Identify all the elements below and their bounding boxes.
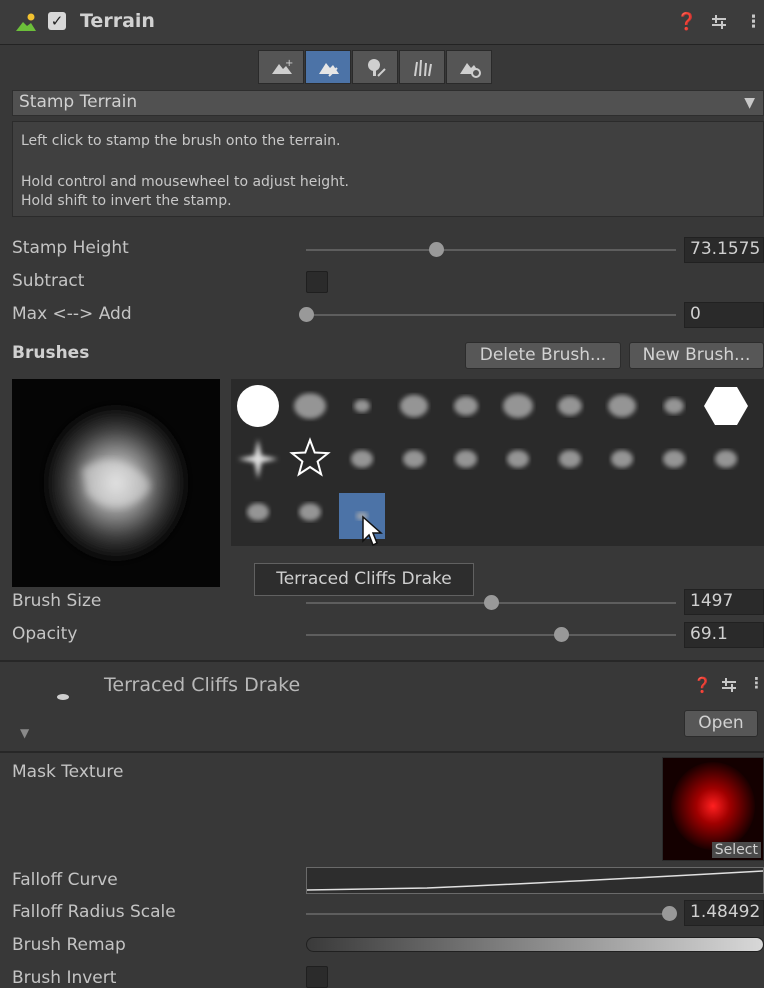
terrain-settings-icon[interactable]	[446, 50, 492, 84]
help-icon[interactable]: ❓	[676, 12, 697, 32]
brush-thumbnail[interactable]	[351, 450, 373, 468]
stamp-height-label: Stamp Height	[12, 238, 129, 258]
enabled-checkbox[interactable]: ✓	[48, 12, 66, 30]
dropdown-arrow-icon: ▼	[744, 95, 755, 111]
max-add-slider[interactable]	[306, 314, 676, 316]
brush-thumbnail[interactable]	[611, 450, 633, 468]
brush-thumbnail[interactable]	[664, 398, 684, 414]
brush-thumbnail[interactable]	[507, 450, 529, 468]
svg-text:+: +	[285, 58, 293, 69]
paint-details-icon[interactable]	[399, 50, 445, 84]
max-add-field[interactable]: 0	[684, 302, 764, 328]
brush-thumbnail[interactable]	[454, 396, 478, 416]
brush-thumbnail[interactable]	[715, 450, 737, 468]
section-divider	[0, 751, 764, 753]
mouse-cursor-icon	[362, 515, 383, 547]
tool-dropdown-value: Stamp Terrain	[19, 92, 138, 112]
brush-size-field[interactable]: 1497	[684, 589, 764, 615]
asset-help-icon[interactable]: ❓	[693, 676, 712, 694]
help-line: Left click to stamp the brush onto the t…	[21, 133, 341, 149]
brush-asset-thumbnail	[57, 694, 69, 700]
brush-thumbnail[interactable]	[237, 385, 279, 427]
brush-thumbnail[interactable]	[503, 394, 533, 418]
help-line: Hold shift to invert the stamp.	[21, 193, 232, 209]
asset-preset-icon[interactable]	[721, 678, 737, 692]
falloff-radius-handle[interactable]	[661, 906, 677, 921]
opacity-field[interactable]: 69.1	[684, 622, 764, 648]
brush-invert-label: Brush Invert	[12, 968, 117, 988]
max-add-label: Max <--> Add	[12, 304, 132, 324]
component-title: Terrain	[80, 10, 155, 32]
falloff-curve-label: Falloff Curve	[12, 870, 118, 890]
stamp-height-field[interactable]: 73.1575	[684, 237, 764, 263]
brush-invert-toggle[interactable]	[306, 966, 328, 988]
terrain-icon	[16, 13, 36, 31]
opacity-label: Opacity	[12, 624, 78, 644]
falloff-radius-slider[interactable]	[306, 913, 676, 915]
mask-texture-slot[interactable]: Select	[662, 757, 764, 861]
mask-texture-label: Mask Texture	[12, 762, 124, 782]
brush-thumbnail[interactable]	[704, 386, 748, 426]
brush-grid[interactable]	[231, 379, 764, 547]
brush-thumbnail[interactable]	[247, 503, 269, 521]
delete-brush-button[interactable]: Delete Brush...	[465, 342, 621, 369]
new-brush-button[interactable]: New Brush...	[629, 342, 764, 369]
paint-terrain-icon[interactable]	[305, 50, 351, 84]
brush-preview-image	[44, 405, 188, 561]
help-line: Hold control and mousewheel to adjust he…	[21, 174, 350, 190]
asset-more-icon[interactable]: ⋮	[749, 674, 764, 692]
brush-size-label: Brush Size	[12, 591, 102, 611]
max-add-handle[interactable]	[299, 307, 314, 322]
select-button[interactable]: Select	[711, 842, 761, 858]
foldout-arrow-icon[interactable]: ▼	[20, 726, 29, 740]
preset-icon[interactable]	[710, 14, 728, 30]
brush-thumbnail[interactable]	[663, 450, 685, 468]
opacity-slider[interactable]	[306, 634, 676, 636]
paint-trees-icon[interactable]	[352, 50, 398, 84]
brush-size-handle[interactable]	[484, 595, 499, 610]
brush-thumbnail[interactable]	[403, 450, 425, 468]
brush-thumbnail[interactable]	[294, 393, 326, 419]
brush-thumbnail[interactable]	[559, 450, 581, 468]
falloff-curve-field[interactable]	[306, 867, 764, 894]
brush-thumbnail[interactable]	[289, 437, 331, 477]
open-button[interactable]: Open	[684, 710, 758, 737]
subtract-toggle[interactable]	[306, 271, 328, 293]
section-divider	[0, 660, 764, 662]
brush-remap-label: Brush Remap	[12, 935, 126, 955]
brush-remap-slider[interactable]	[306, 937, 764, 952]
subtract-label: Subtract	[12, 271, 85, 291]
more-icon[interactable]: ⋮	[745, 12, 762, 32]
falloff-radius-field[interactable]: 1.48492	[684, 900, 764, 926]
create-neighbor-icon[interactable]: +	[258, 50, 304, 84]
brush-thumbnail[interactable]	[608, 394, 636, 418]
component-header: ✓ Terrain ❓ ⋮	[0, 0, 764, 45]
falloff-radius-label: Falloff Radius Scale	[12, 902, 176, 922]
brush-thumbnail[interactable]	[558, 396, 582, 416]
brush-thumbnails[interactable]	[231, 379, 764, 546]
tool-dropdown[interactable]: Stamp Terrain ▼	[12, 90, 764, 116]
opacity-handle[interactable]	[554, 627, 570, 642]
brush-thumbnail[interactable]	[354, 399, 370, 413]
brush-thumbnail[interactable]	[238, 439, 278, 479]
brushes-label: Brushes	[12, 343, 90, 363]
help-box: Left click to stamp the brush onto the t…	[12, 121, 764, 217]
brush-thumbnail[interactable]	[400, 394, 428, 418]
brush-tooltip: Terraced Cliffs Drake	[254, 563, 474, 596]
brush-preview	[12, 379, 220, 587]
brush-thumbnail[interactable]	[455, 450, 477, 468]
stamp-height-handle[interactable]	[428, 242, 444, 257]
stamp-height-slider[interactable]	[306, 249, 676, 251]
brush-asset-name: Terraced Cliffs Drake	[104, 674, 301, 696]
brush-thumbnail[interactable]	[299, 503, 321, 521]
